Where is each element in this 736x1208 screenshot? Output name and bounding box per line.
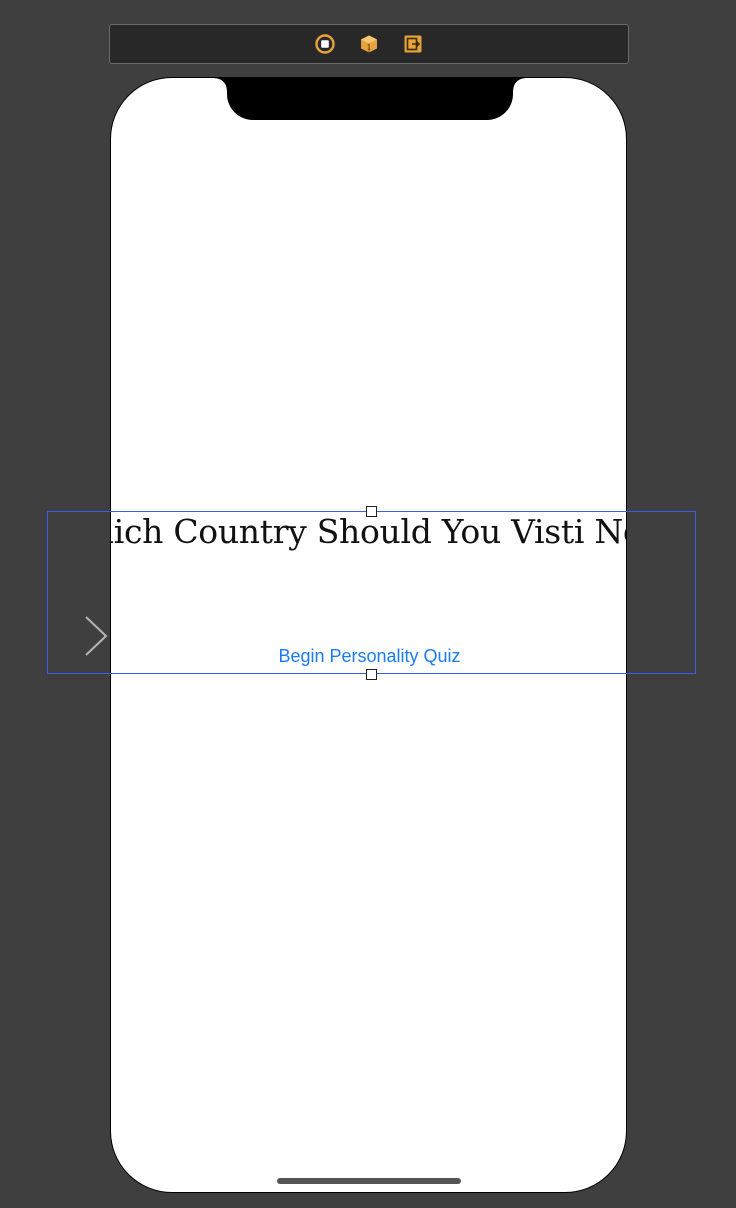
first-responder-icon[interactable]: 1 — [359, 34, 379, 54]
resize-handle-top[interactable] — [366, 506, 377, 517]
exit-icon[interactable] — [403, 34, 423, 54]
svg-text:1: 1 — [367, 44, 371, 52]
begin-quiz-button[interactable]: Begin Personality Quiz — [111, 646, 626, 667]
scene-dock: 1 — [109, 24, 629, 64]
device-notch — [215, 78, 525, 120]
view-controller-icon[interactable] — [315, 34, 335, 54]
resize-handle-bottom[interactable] — [366, 669, 377, 680]
title-label[interactable]: Which Country Should You Visti Next? — [111, 512, 626, 551]
entry-point-arrow-icon — [0, 616, 108, 656]
device-frame: Which Country Should You Visti Next? Beg… — [110, 77, 627, 1193]
storyboard-canvas[interactable]: 1 Which Country Should You Visti Next? B… — [0, 0, 736, 1208]
home-indicator — [277, 1178, 461, 1184]
